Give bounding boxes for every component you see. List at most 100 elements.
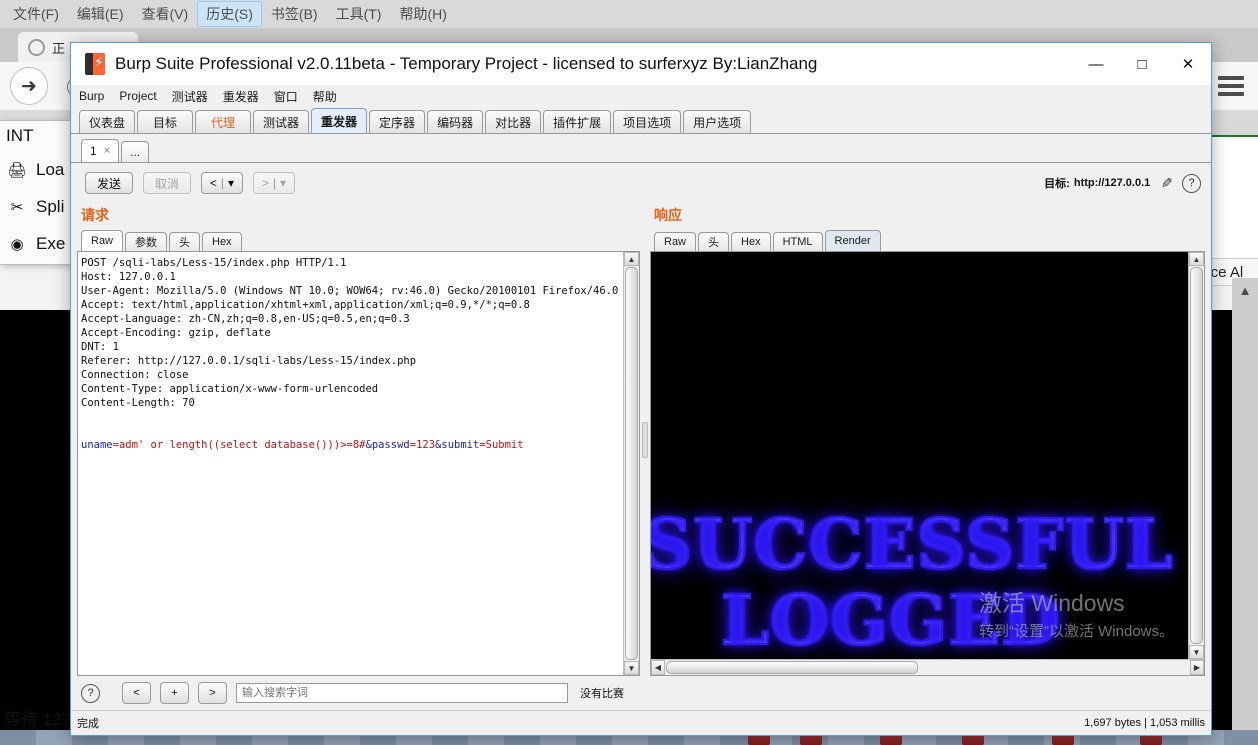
tab-proxy[interactable]: 代理 — [195, 110, 252, 133]
repeater-tab-1[interactable]: 1 × — [81, 139, 120, 162]
response-tab-raw[interactable]: Raw — [654, 232, 697, 251]
tab-repeater[interactable]: 重发器 — [311, 108, 368, 133]
burp-menu-bar: Burp Project 测试器 重发器 窗口 帮助 — [71, 85, 1211, 107]
context-menu-item-label: Loa — [36, 159, 65, 179]
response-vertical-scrollbar[interactable]: ▲ ▼ — [1188, 252, 1204, 659]
response-tab-hex[interactable]: Hex — [731, 232, 771, 251]
browser-menu-tools[interactable]: 工具(T) — [327, 1, 391, 27]
question-mark-icon[interactable]: ? — [81, 683, 100, 703]
request-tab-params[interactable]: 参数 — [125, 232, 168, 251]
request-tab-headers[interactable]: 头 — [169, 232, 201, 251]
browser-menu-view[interactable]: 查看(V) — [133, 1, 198, 27]
response-tab-render[interactable]: Render — [824, 230, 881, 251]
close-icon[interactable]: × — [104, 145, 110, 157]
send-button[interactable]: 发送 — [85, 172, 133, 194]
request-tab-raw[interactable]: Raw — [81, 230, 124, 251]
hamburger-bar — [1218, 76, 1244, 80]
question-mark-icon[interactable]: ? — [1182, 173, 1201, 193]
request-tab-hex[interactable]: Hex — [202, 232, 242, 251]
response-horizontal-scrollbar[interactable]: ◀ ▶ — [651, 659, 1204, 675]
scroll-down-icon[interactable]: ▼ — [624, 661, 639, 675]
scrollbar-thumb[interactable] — [625, 267, 638, 660]
pane-splitter[interactable] — [640, 203, 650, 676]
request-header-line: POST /sqli-labs/Less-15/index.php HTTP/1… — [81, 257, 347, 269]
search-toolbar: ? < + > 没有比赛 — [71, 676, 1211, 710]
request-header-line: Connection: close — [81, 369, 189, 381]
browser-menu-help[interactable]: 帮助(H) — [390, 1, 455, 27]
browser-menu-history[interactable]: 历史(S) — [197, 1, 262, 27]
burp-menu-window[interactable]: 窗口 — [274, 88, 298, 105]
browser-menu-file[interactable]: 文件(F) — [4, 1, 68, 27]
go-back-label: < — [209, 176, 217, 190]
scroll-left-icon[interactable]: ◀ — [651, 660, 665, 675]
scrollbar-thumb[interactable] — [666, 661, 918, 674]
search-add-button[interactable]: + — [160, 682, 189, 704]
param-value: adm' or length((select database()))>=8# — [118, 439, 366, 451]
pencil-icon[interactable]: ✎ — [1161, 175, 1173, 192]
search-prev-button[interactable]: < — [122, 682, 151, 704]
tab-decoder[interactable]: 编码器 — [427, 110, 484, 133]
tab-intruder[interactable]: 测试器 — [253, 110, 310, 133]
request-vertical-scrollbar[interactable]: ▲ ▼ — [623, 252, 639, 675]
scroll-up-icon[interactable]: ▲ — [624, 252, 639, 266]
response-viewer[interactable]: SUCCESSFUL LOGGED 激活 Windows 转到“设置”以激活 W… — [650, 251, 1205, 676]
response-tab-html[interactable]: HTML — [772, 232, 823, 251]
hamburger-bar — [1218, 84, 1244, 88]
request-header-line: Host: 127.0.0.1 — [81, 271, 176, 283]
loading-spinner-icon — [28, 38, 45, 56]
status-left-text: 完成 — [77, 718, 99, 730]
tab-sequencer[interactable]: 定序器 — [369, 110, 426, 133]
hamburger-menu-icon[interactable] — [1218, 76, 1244, 96]
search-next-button[interactable]: > — [198, 682, 227, 704]
go-back-button[interactable]: < | ▾ — [201, 172, 243, 194]
repeater-tab-bar: 1 × ... — [71, 138, 1211, 163]
param-key: passwd — [371, 439, 410, 451]
tab-user-options[interactable]: 用户选项 — [683, 110, 752, 133]
browser-menu-edit[interactable]: 编辑(E) — [68, 1, 133, 27]
scroll-right-icon[interactable]: ▶ — [1190, 660, 1204, 675]
tab-dashboard[interactable]: 仪表盘 — [79, 110, 136, 133]
tab-target[interactable]: 目标 — [137, 110, 194, 133]
search-input[interactable] — [236, 683, 568, 703]
browser-menu-bookmarks[interactable]: 书签(B) — [262, 1, 327, 27]
tab-project-options[interactable]: 项目选项 — [613, 110, 682, 133]
request-header-line: Accept-Language: zh-CN,zh;q=0.8,en-US;q=… — [81, 313, 410, 325]
burp-menu-intruder[interactable]: 测试器 — [172, 88, 208, 105]
request-title: 请求 — [81, 207, 109, 223]
burp-menu-burp[interactable]: Burp — [79, 89, 104, 103]
scroll-up-icon[interactable]: ▲ — [1232, 278, 1258, 302]
request-header-line: Accept-Encoding: gzip, deflate — [81, 327, 271, 339]
minimize-button[interactable]: — — [1073, 43, 1119, 85]
chevron-down-icon[interactable]: ▾ — [228, 176, 234, 190]
request-editor-body[interactable]: POST /sqli-labs/Less-15/index.php HTTP/1… — [78, 252, 623, 675]
match-status-label: 没有比赛 — [580, 688, 624, 700]
repeater-toolbar: 发送 取消 < | ▾ > | ▾ 目标: http://127.0.0.1 ✎… — [71, 163, 1211, 203]
browser-vertical-scrollbar[interactable]: ▲ — [1232, 278, 1258, 730]
burp-menu-project[interactable]: Project — [119, 89, 156, 103]
success-line-1: SUCCESSFUL — [651, 506, 1188, 584]
request-editor[interactable]: POST /sqli-labs/Less-15/index.php HTTP/1… — [77, 251, 640, 676]
context-menu-item-label: Spli — [36, 196, 65, 216]
response-tab-headers[interactable]: 头 — [698, 232, 730, 251]
tab-comparer[interactable]: 对比器 — [485, 110, 542, 133]
back-arrow-icon[interactable]: ➜ — [10, 67, 48, 105]
windows-activation-watermark: 激活 Windows 转到“设置”以激活 Windows。 — [979, 584, 1174, 641]
param-value: 123 — [416, 439, 436, 451]
maximize-button[interactable]: □ — [1119, 43, 1165, 85]
scroll-down-icon[interactable]: ▼ — [1189, 645, 1204, 659]
tab-extender[interactable]: 插件扩展 — [543, 110, 612, 133]
burp-menu-help[interactable]: 帮助 — [313, 88, 337, 105]
splitter-grip[interactable] — [642, 421, 648, 458]
chevron-down-icon: ▾ — [280, 176, 287, 190]
target-url: http://127.0.0.1 — [1073, 177, 1151, 189]
repeater-tab-new[interactable]: ... — [121, 141, 150, 162]
param-value: Submit — [485, 439, 524, 451]
scrollbar-thumb[interactable] — [1190, 267, 1203, 644]
button-separator: | — [272, 176, 277, 190]
close-button[interactable]: ✕ — [1165, 43, 1211, 85]
target-prefix-label: 目标: — [1044, 178, 1070, 190]
burp-menu-repeater[interactable]: 重发器 — [223, 88, 259, 105]
burp-logo-icon — [85, 53, 105, 75]
scroll-up-icon[interactable]: ▲ — [1189, 252, 1204, 266]
burp-status-bar: 完成 1,697 bytes | 1,053 millis — [71, 710, 1211, 735]
